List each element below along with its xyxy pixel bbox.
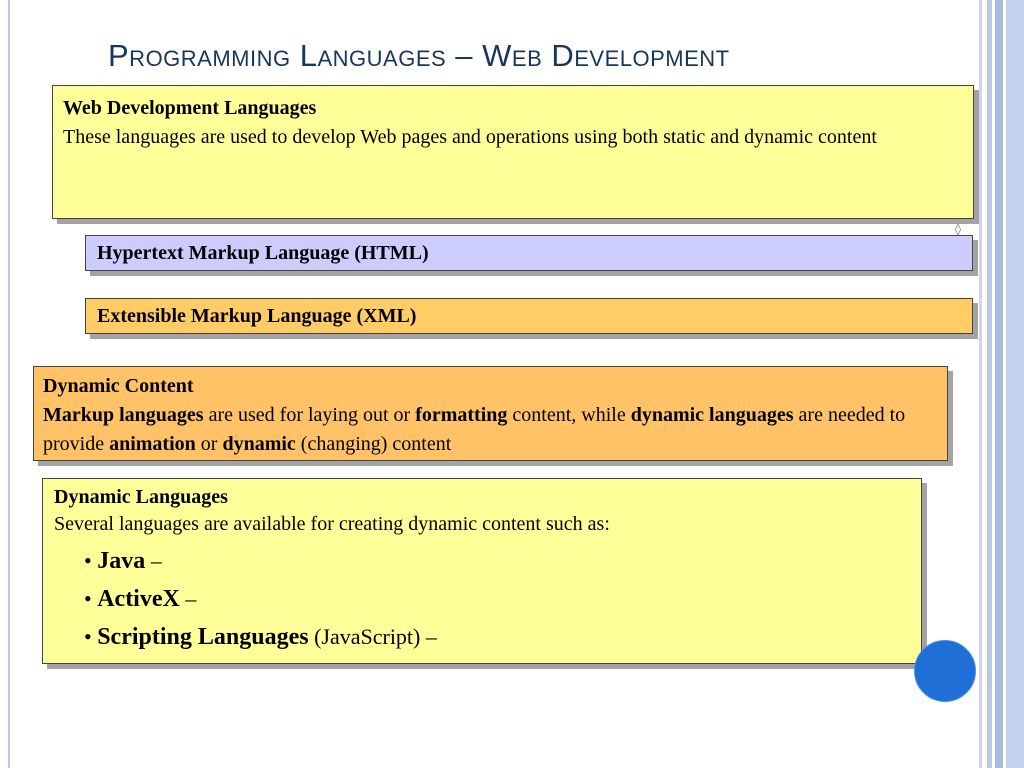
html-box: Hypertext Markup Language (HTML) bbox=[85, 235, 973, 271]
bullet-icon: • bbox=[84, 586, 92, 611]
bullet-rest: – bbox=[145, 548, 162, 573]
dynamic-content-body: Markup languages are used for laying out… bbox=[43, 401, 938, 459]
dc-part: Markup languages bbox=[43, 404, 204, 426]
bullet-rest: – bbox=[179, 586, 197, 611]
dc-part: dynamic bbox=[222, 433, 296, 455]
dc-part: or bbox=[195, 433, 223, 455]
decorative-circle bbox=[914, 640, 976, 702]
dc-part: content, while bbox=[507, 404, 631, 426]
dynamic-languages-box: Dynamic Languages Several languages are … bbox=[42, 478, 922, 664]
dynamic-languages-heading: Dynamic Languages bbox=[54, 486, 228, 508]
web-dev-languages-box: Web Development Languages These language… bbox=[52, 85, 974, 219]
dc-part: formatting bbox=[415, 404, 508, 426]
bullet-term: Scripting Languages bbox=[97, 624, 309, 650]
list-item: • ActiveX – bbox=[54, 580, 910, 618]
xml-box: Extensible Markup Language (XML) bbox=[85, 298, 973, 334]
bullet-term: Java bbox=[97, 548, 146, 574]
list-item: • Scripting Languages (JavaScript) – bbox=[54, 618, 910, 656]
xml-label: Extensible Markup Language (XML) bbox=[97, 305, 417, 327]
dynamic-languages-list: • Java – • ActiveX – • Scripting Languag… bbox=[54, 542, 910, 656]
dc-part: are used for laying out or bbox=[203, 404, 416, 426]
right-decorative-stripes bbox=[979, 0, 1024, 768]
bullet-term: ActiveX bbox=[97, 586, 180, 612]
dc-part: dynamic languages bbox=[630, 404, 794, 426]
bullet-icon: • bbox=[84, 548, 92, 573]
bullet-icon: • bbox=[84, 624, 92, 649]
dynamic-content-box: Dynamic Content Markup languages are use… bbox=[33, 366, 948, 461]
web-dev-heading: Web Development Languages bbox=[63, 97, 317, 119]
web-dev-body: These languages are used to develop Web … bbox=[63, 126, 877, 148]
dc-part: (changing) content bbox=[295, 433, 452, 455]
dc-part: animation bbox=[109, 433, 196, 455]
bullet-rest: (JavaScript) – bbox=[308, 624, 437, 649]
corner-mark-icon: ◊ bbox=[955, 222, 961, 236]
slide-title: Programming Languages – Web Development bbox=[108, 38, 730, 73]
dynamic-content-heading: Dynamic Content bbox=[43, 375, 194, 397]
html-label: Hypertext Markup Language (HTML) bbox=[97, 242, 429, 264]
list-item: • Java – bbox=[54, 542, 910, 580]
dynamic-languages-body: Several languages are available for crea… bbox=[54, 513, 610, 535]
left-border-line bbox=[8, 0, 10, 768]
slide: Programming Languages – Web Development … bbox=[0, 0, 1024, 768]
